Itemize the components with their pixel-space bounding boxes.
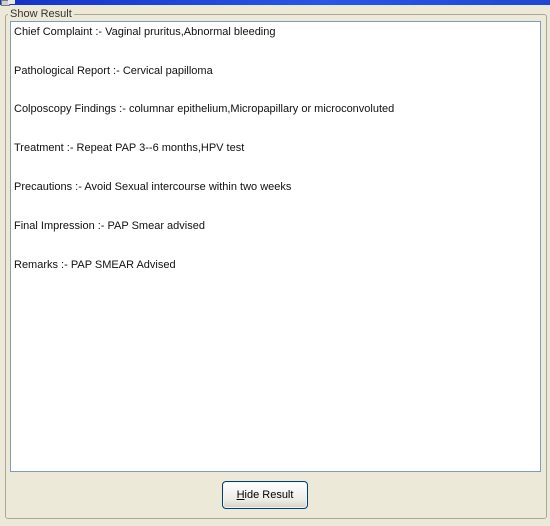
result-text-area[interactable]: Chief Complaint :- Vaginal pruritus,Abno… [10,21,541,472]
group-caption: Show Result [8,7,74,21]
hide-result-mnemonic: H [236,489,245,501]
result-line-treatment: Treatment :- Repeat PAP 3--6 months,HPV … [14,142,245,154]
result-line-pathological-report: Pathological Report :- Cervical papillom… [14,65,213,77]
result-line-precautions: Precautions :- Avoid Sexual intercourse … [14,181,292,193]
hide-result-button[interactable]: Hide Result [222,481,308,509]
window-titlebar[interactable] [0,0,550,6]
hide-result-label: ide Result [244,489,294,501]
result-line-remarks: Remarks :- PAP SMEAR Advised [14,259,176,271]
result-line-chief-complaint: Chief Complaint :- Vaginal pruritus,Abno… [14,26,276,38]
result-line-final-impression: Final Impression :- PAP Smear advised [14,220,205,232]
result-line-colposcopy-findings: Colposcopy Findings :- columnar epitheli… [14,103,395,115]
title-area [8,0,15,4]
